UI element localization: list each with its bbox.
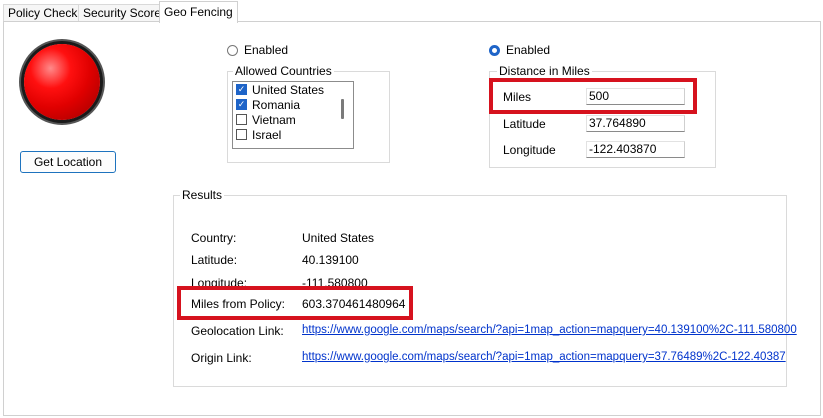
distance-enabled-radio[interactable]: Enabled [489, 43, 550, 57]
tab-geo-fencing[interactable]: Geo Fencing [159, 1, 238, 23]
geolocation-link[interactable]: https://www.google.com/maps/search/?api=… [302, 324, 797, 336]
checkbox-unchecked-icon[interactable] [236, 129, 247, 140]
tab-bar: Policy Check Security Score Geo Fencing [0, 0, 823, 23]
result-country-value: United States [302, 231, 375, 245]
miles-highlight-box [489, 78, 697, 114]
results-title: Results [180, 188, 225, 202]
status-light-icon [24, 44, 100, 120]
checkbox-checked-icon[interactable]: ✓ [236, 84, 247, 95]
origin-link-label: Origin Link: [191, 351, 252, 365]
result-latitude-label: Latitude: [191, 253, 238, 267]
geolocation-link-label: Geolocation Link: [191, 324, 284, 338]
origin-link[interactable]: https://www.google.com/maps/search/?api=… [302, 351, 786, 363]
longitude-label: Longitude [503, 143, 556, 157]
list-scrollbar[interactable] [341, 99, 344, 119]
countries-enabled-label: Enabled [244, 43, 289, 57]
country-label: Romania [252, 97, 301, 112]
checkbox-unchecked-icon[interactable] [236, 114, 247, 125]
country-label: Israel [252, 127, 282, 142]
result-country-label: Country: [191, 231, 237, 245]
list-item[interactable]: ✓ Romania [233, 97, 353, 112]
radio-checked-icon [489, 44, 500, 56]
countries-enabled-radio[interactable]: Enabled [227, 43, 288, 57]
get-location-button[interactable]: Get Location [20, 151, 116, 173]
latitude-label: Latitude [503, 117, 546, 131]
radio-unchecked-icon [227, 44, 238, 56]
tab-security-score[interactable]: Security Score [78, 4, 167, 22]
list-item[interactable]: ✓ United States [233, 82, 353, 97]
allowed-countries-title: Allowed Countries [233, 64, 334, 78]
list-item[interactable]: Vietnam [233, 112, 353, 127]
list-item[interactable]: Israel [233, 127, 353, 142]
tab-policy-check[interactable]: Policy Check [3, 4, 83, 22]
miles-from-policy-highlight-box [177, 286, 413, 320]
longitude-input[interactable]: -122.403870 [586, 141, 685, 158]
result-latitude-value: 40.139100 [302, 253, 359, 267]
distance-enabled-label: Enabled [506, 43, 551, 57]
checkbox-checked-icon[interactable]: ✓ [236, 99, 247, 110]
distance-group-title: Distance in Miles [497, 64, 592, 78]
allowed-countries-list[interactable]: ✓ United States ✓ Romania Vietnam Israel [232, 81, 354, 149]
latitude-input[interactable]: 37.764890 [586, 115, 685, 132]
country-label: United States [252, 82, 325, 97]
country-label: Vietnam [252, 112, 296, 127]
